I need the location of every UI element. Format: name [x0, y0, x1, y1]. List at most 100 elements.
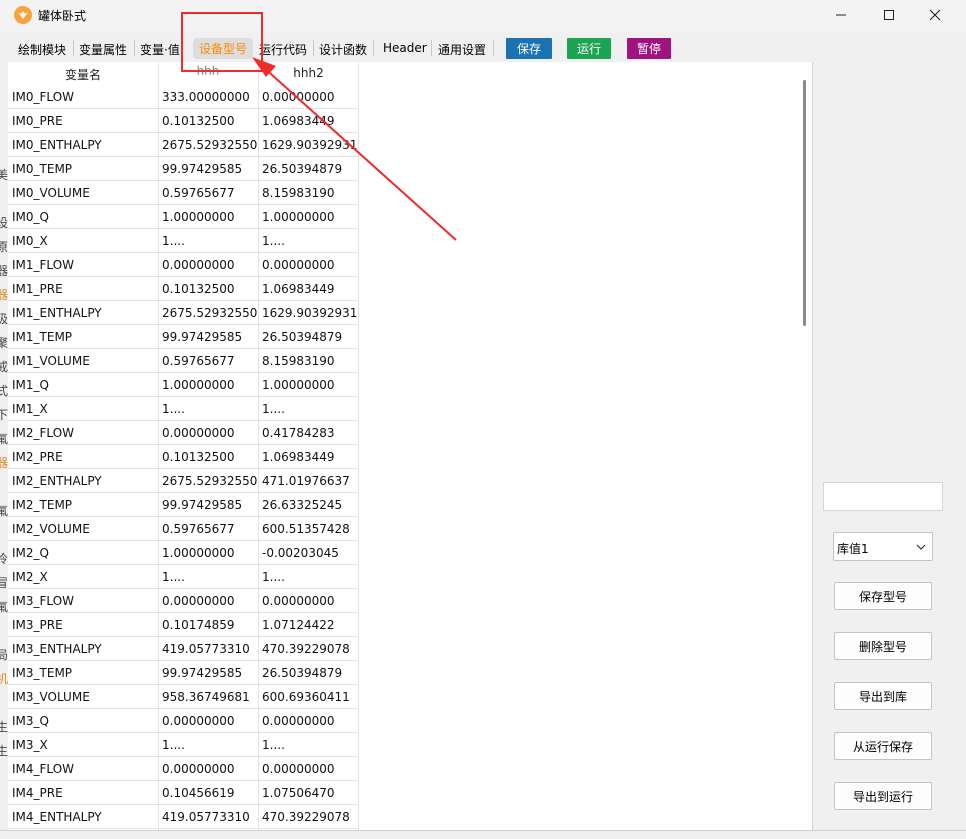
table-row[interactable]: IM3_VOLUME 958.36749681 600.69360411 [8, 685, 359, 709]
hhh2-value-cell[interactable]: 1.07506470 [262, 786, 335, 800]
variable-name-cell[interactable]: IM1_ENTHALPY [12, 306, 102, 320]
table-row[interactable]: IM0_ENTHALPY 2675.52932550 1629.90392931 [8, 133, 359, 157]
close-button[interactable] [912, 0, 958, 30]
hhh2-value-cell[interactable]: 1629.90392931 [262, 138, 357, 152]
pause-button[interactable]: 暂停 [627, 38, 671, 59]
table-row[interactable]: IM2_PRE 0.10132500 1.06983449 [8, 445, 359, 469]
minimize-button[interactable] [818, 0, 864, 30]
variable-name-cell[interactable]: IM0_FLOW [12, 90, 74, 104]
maximize-button[interactable] [866, 0, 912, 30]
run-button[interactable]: 运行 [567, 38, 611, 59]
table-row[interactable]: IM0_FLOW 333.00000000 0.00000000 [8, 85, 359, 109]
hhh2-value-cell[interactable]: 600.69360411 [262, 690, 350, 704]
hhh-value-cell[interactable]: 0.59765677 [162, 354, 235, 368]
save-from-run-button[interactable]: 从运行保存 [834, 732, 932, 760]
hhh2-value-cell[interactable]: 26.63325245 [262, 498, 342, 512]
variable-name-cell[interactable]: IM2_ENTHALPY [12, 474, 102, 488]
tab-variable-properties[interactable]: 变量属性 [79, 41, 127, 58]
variable-name-cell[interactable]: IM0_TEMP [12, 162, 72, 176]
export-to-run-button[interactable]: 导出到运行 [834, 782, 932, 810]
hhh2-value-cell[interactable]: 26.50394879 [262, 666, 342, 680]
hhh2-value-cell[interactable]: 0.00000000 [262, 90, 335, 104]
table-row[interactable]: IM0_TEMP 99.97429585 26.50394879 [8, 157, 359, 181]
variable-name-cell[interactable]: IM1_TEMP [12, 330, 72, 344]
column-header-variable-name[interactable]: 变量名 [8, 66, 158, 83]
table-row[interactable]: IM2_TEMP 99.97429585 26.63325245 [8, 493, 359, 517]
table-row[interactable]: IM0_Q 1.00000000 1.00000000 [8, 205, 359, 229]
hhh-value-cell[interactable]: 1.... [162, 570, 185, 584]
table-row[interactable]: IM3_TEMP 99.97429585 26.50394879 [8, 661, 359, 685]
table-row[interactable]: IM3_FLOW 0.00000000 0.00000000 [8, 589, 359, 613]
table-row[interactable]: IM1_X 1.... 1.... [8, 397, 359, 421]
hhh-value-cell[interactable]: 0.00000000 [162, 594, 235, 608]
tab-variable-values[interactable]: 变量·值 [140, 41, 180, 58]
variable-name-cell[interactable]: IM0_ENTHALPY [12, 138, 102, 152]
save-button[interactable]: 保存 [506, 38, 552, 59]
variable-name-cell[interactable]: IM2_TEMP [12, 498, 72, 512]
hhh-value-cell[interactable]: 0.59765677 [162, 522, 235, 536]
hhh-value-cell[interactable]: 0.10132500 [162, 450, 235, 464]
hhh2-value-cell[interactable]: 471.01976637 [262, 474, 350, 488]
hhh-value-cell[interactable]: 0.59765677 [162, 186, 235, 200]
hhh-value-cell[interactable]: 333.00000000 [162, 90, 250, 104]
variable-name-cell[interactable]: IM1_VOLUME [12, 354, 90, 368]
hhh2-value-cell[interactable]: 0.00000000 [262, 762, 335, 776]
variable-name-cell[interactable]: IM2_PRE [12, 450, 63, 464]
hhh-value-cell[interactable]: 1.... [162, 402, 185, 416]
table-row[interactable]: IM4_ENTHALPY 419.05773310 470.39229078 [8, 805, 359, 829]
scrollbar-thumb[interactable] [803, 80, 806, 326]
table-row[interactable]: IM3_PRE 0.10174859 1.07124422 [8, 613, 359, 637]
hhh2-value-cell[interactable]: 1.... [262, 402, 285, 416]
table-row[interactable]: IM1_Q 1.00000000 1.00000000 [8, 373, 359, 397]
table-row[interactable]: IM4_PRE 0.10456619 1.07506470 [8, 781, 359, 805]
hhh-value-cell[interactable]: 0.10132500 [162, 114, 235, 128]
variable-name-cell[interactable]: IM3_Q [12, 714, 49, 728]
hhh-value-cell[interactable]: 0.00000000 [162, 714, 235, 728]
hhh2-value-cell[interactable]: 1.06983449 [262, 114, 335, 128]
variable-name-cell[interactable]: IM0_VOLUME [12, 186, 90, 200]
tab-draw-module[interactable]: 绘制模块 [18, 41, 66, 58]
table-row[interactable]: IM1_ENTHALPY 2675.52932550 1629.90392931 [8, 301, 359, 325]
hhh2-value-cell[interactable]: 0.00000000 [262, 714, 335, 728]
variable-name-cell[interactable]: IM1_PRE [12, 282, 63, 296]
hhh2-value-cell[interactable]: 26.50394879 [262, 330, 342, 344]
hhh-value-cell[interactable]: 0.10456619 [162, 786, 235, 800]
hhh-value-cell[interactable]: 99.97429585 [162, 666, 242, 680]
tab-design-function[interactable]: 设计函数 [319, 41, 367, 58]
variable-name-cell[interactable]: IM3_VOLUME [12, 690, 90, 704]
hhh-value-cell[interactable]: 958.36749681 [162, 690, 250, 704]
variable-name-cell[interactable]: IM4_ENTHALPY [12, 810, 102, 824]
tab-run-code[interactable]: 运行代码 [259, 41, 307, 58]
hhh-value-cell[interactable]: 1.00000000 [162, 210, 235, 224]
hhh-value-cell[interactable]: 1.... [162, 738, 185, 752]
variable-name-cell[interactable]: IM1_X [12, 402, 48, 416]
hhh2-value-cell[interactable]: 1.00000000 [262, 210, 335, 224]
hhh-value-cell[interactable]: 0.10174859 [162, 618, 235, 632]
variable-name-cell[interactable]: IM0_Q [12, 210, 49, 224]
variable-name-cell[interactable]: IM4_PRE [12, 786, 63, 800]
hhh2-value-cell[interactable]: 470.39229078 [262, 810, 350, 824]
table-row[interactable]: IM2_VOLUME 0.59765677 600.51357428 [8, 517, 359, 541]
hhh-value-cell[interactable]: 1.00000000 [162, 546, 235, 560]
table-row[interactable]: IM0_X 1.... 1.... [8, 229, 359, 253]
library-select[interactable]: 库值1 [833, 532, 933, 561]
variable-name-cell[interactable]: IM4_FLOW [12, 762, 74, 776]
variable-name-cell[interactable]: IM3_ENTHALPY [12, 642, 102, 656]
variable-name-cell[interactable]: IM2_X [12, 570, 48, 584]
table-row[interactable]: IM2_X 1.... 1.... [8, 565, 359, 589]
hhh-value-cell[interactable]: 1.00000000 [162, 378, 235, 392]
hhh2-value-cell[interactable]: 0.00000000 [262, 594, 335, 608]
hhh-value-cell[interactable]: 419.05773310 [162, 642, 250, 656]
table-row[interactable]: IM1_VOLUME 0.59765677 8.15983190 [8, 349, 359, 373]
hhh-value-cell[interactable]: 99.97429585 [162, 162, 242, 176]
hhh-value-cell[interactable]: 99.97429585 [162, 498, 242, 512]
hhh-value-cell[interactable]: 0.00000000 [162, 258, 235, 272]
table-row[interactable]: IM2_FLOW 0.00000000 0.41784283 [8, 421, 359, 445]
tab-general-settings[interactable]: 通用设置 [438, 41, 486, 58]
table-row[interactable]: IM0_VOLUME 0.59765677 8.15983190 [8, 181, 359, 205]
table-row[interactable]: IM3_ENTHALPY 419.05773310 470.39229078 [8, 637, 359, 661]
variable-name-cell[interactable]: IM3_X [12, 738, 48, 752]
hhh-value-cell[interactable]: 2675.52932550 [162, 306, 257, 320]
hhh2-value-cell[interactable]: 1.... [262, 738, 285, 752]
hhh2-value-cell[interactable]: 1.06983449 [262, 450, 335, 464]
